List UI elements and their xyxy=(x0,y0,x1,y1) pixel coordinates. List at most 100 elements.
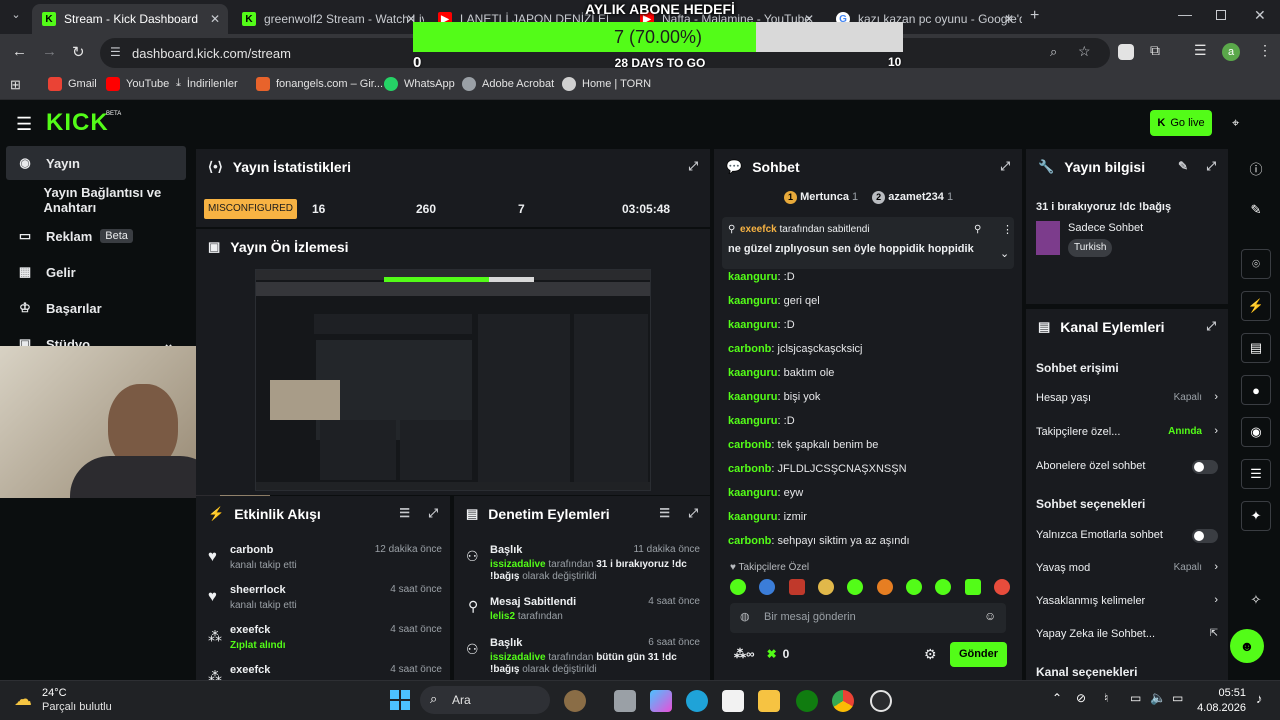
broadcast-icon[interactable]: ◉ xyxy=(1241,417,1271,447)
pinned-message[interactable]: ⚲ exeefck tarafından sabitlendi ⚲ ⋮ ne g… xyxy=(722,217,1014,269)
sparkle-icon[interactable]: ✧ xyxy=(1241,585,1271,615)
store-icon[interactable] xyxy=(722,690,744,712)
clock-date[interactable]: 4.08.2026 xyxy=(1192,702,1246,714)
edit-icon[interactable]: ✎ xyxy=(1178,159,1188,173)
close-tab-icon[interactable]: ✕ xyxy=(210,12,220,26)
setting-row[interactable]: Takipçilere özel... Anında › xyxy=(1036,425,1218,438)
filter-icon[interactable]: ☰ xyxy=(659,506,670,520)
emote[interactable] xyxy=(847,579,864,595)
pin-icon[interactable]: ⌖ xyxy=(1232,115,1239,131)
help-chat-button[interactable]: ☻ xyxy=(1230,629,1264,663)
activity-user[interactable]: exeefck xyxy=(230,664,270,676)
kick-logo[interactable]: KICK xyxy=(46,109,109,137)
minimize-icon[interactable]: — xyxy=(1178,6,1192,22)
bookmark-whatsapp[interactable]: WhatsApp xyxy=(384,77,455,91)
chevron-down-icon[interactable]: ⌄ xyxy=(1000,247,1009,260)
popout-icon[interactable]: ⤢ xyxy=(1206,319,1216,334)
media-control-icon[interactable]: ☰ xyxy=(1194,42,1207,59)
mod-user[interactable]: issizadalive xyxy=(490,559,546,570)
file-explorer-icon[interactable] xyxy=(758,690,780,712)
new-tab-icon[interactable]: + xyxy=(1030,7,1039,25)
activity-user[interactable]: carbonb xyxy=(230,544,273,556)
site-info-icon[interactable]: ☰ xyxy=(110,45,121,59)
go-live-button[interactable]: K Go live xyxy=(1150,110,1212,136)
tab-kick-dashboard[interactable]: K Stream - Kick Dashboard ✕ xyxy=(32,4,228,34)
edit-icon[interactable]: ✎ xyxy=(1241,195,1271,225)
bookmark-fonangels[interactable]: fonangels.com – Gir... xyxy=(256,77,383,91)
close-window-icon[interactable]: ✕ xyxy=(1254,7,1266,24)
taskbar-search[interactable]: ⌕ Ara xyxy=(420,686,550,714)
profile-avatar[interactable]: a xyxy=(1222,43,1240,61)
network-icon[interactable]: ▭ xyxy=(1130,691,1141,705)
wrench-icon[interactable]: ✦ xyxy=(1241,501,1271,531)
mod-user[interactable]: issizadalive xyxy=(490,652,546,663)
copilot-icon[interactable] xyxy=(650,690,672,712)
volume-icon[interactable]: 🔈 xyxy=(1150,690,1166,706)
battery-icon[interactable]: ▭ xyxy=(1172,691,1183,705)
clock-time[interactable]: 05:51 xyxy=(1206,687,1246,699)
tray-chevron-icon[interactable]: ⌃ xyxy=(1052,691,1062,705)
emote[interactable] xyxy=(935,579,952,595)
emote-only-toggle[interactable] xyxy=(1192,529,1218,543)
close-tab-icon[interactable]: ✕ xyxy=(1004,12,1014,26)
sidebar-item-yayin[interactable]: ◉ Yayın xyxy=(6,146,186,180)
emote[interactable] xyxy=(730,579,746,595)
extension-icon[interactable] xyxy=(1118,44,1134,60)
zoom-icon[interactable]: ⌕ xyxy=(1050,44,1057,60)
bookmark-youtube[interactable]: YouTube xyxy=(106,77,169,91)
menu-icon[interactable]: ☰ xyxy=(16,114,32,135)
forward-icon[interactable]: → xyxy=(42,43,57,60)
list-icon[interactable]: ☰ xyxy=(1241,459,1271,489)
emoji-icon[interactable]: ☺ xyxy=(984,609,996,623)
chrome-icon[interactable] xyxy=(832,690,854,712)
popout-icon[interactable]: ⤢ xyxy=(1206,159,1216,174)
reload-icon[interactable]: ↻ xyxy=(72,43,85,61)
more-options-icon[interactable]: ⋮ xyxy=(1002,223,1013,236)
sidebar-item-stream-key[interactable]: Yayın Bağlantısı ve Anahtarı xyxy=(6,183,186,217)
weather-icon[interactable]: ☁ xyxy=(14,689,32,710)
tab-greenwolf-stream[interactable]: K greenwolf2 Stream - Watch Live ✕ xyxy=(232,4,424,34)
emote[interactable] xyxy=(788,579,805,595)
chat-settings-icon[interactable]: ⚙ xyxy=(924,646,937,663)
chat-bubble-icon[interactable]: ● xyxy=(1241,375,1271,405)
top-supporter-2[interactable]: 2 azamet234 1 xyxy=(872,191,953,204)
stream-preview-video[interactable] xyxy=(255,269,651,491)
category-name[interactable]: Sadece Sohbet xyxy=(1068,222,1143,234)
notification-bell-icon[interactable]: ♪ xyxy=(1256,691,1263,706)
emote[interactable] xyxy=(817,579,834,595)
top-supporter-1[interactable]: 1 Mertunca 1 xyxy=(784,191,858,204)
popout-icon[interactable]: ⤢ xyxy=(428,506,438,521)
emote[interactable] xyxy=(759,579,776,595)
task-view-icon[interactable] xyxy=(614,690,636,712)
channel-points-icon[interactable]: ⁂∞ xyxy=(734,647,755,661)
sidebar-item-basarilar[interactable]: ♔ Başarılar xyxy=(6,291,186,325)
bookmark-gmail[interactable]: Gmail xyxy=(48,77,97,91)
setting-row[interactable]: Hesap yaşı Kapalı › xyxy=(1036,391,1218,404)
tab-search-icon[interactable]: ⌄ xyxy=(6,8,26,26)
obs-icon[interactable] xyxy=(870,690,892,712)
windows-start-icon[interactable] xyxy=(390,690,410,710)
sidebar-item-gelir[interactable]: ▦ Gelir xyxy=(6,255,186,289)
subscribers-only-toggle[interactable] xyxy=(1192,460,1218,474)
kick-points-icon[interactable]: ✖ xyxy=(767,647,777,661)
filter-icon[interactable]: ☰ xyxy=(399,506,410,520)
emote[interactable] xyxy=(964,579,981,595)
bookmark-downloads[interactable]: ⤓ İndirilenler xyxy=(176,77,238,90)
document-icon[interactable]: ▤ xyxy=(1241,333,1271,363)
send-button[interactable]: Gönder xyxy=(950,642,1007,667)
camera-off-icon[interactable]: ⊘ xyxy=(1076,691,1086,705)
popout-icon[interactable]: ⤢ xyxy=(1000,159,1010,174)
activity-user[interactable]: exeefck xyxy=(230,624,270,636)
popout-icon[interactable]: ⤢ xyxy=(688,506,698,521)
restore-icon[interactable] xyxy=(1216,10,1226,20)
microphone-icon[interactable]: ♮ xyxy=(1104,691,1108,705)
bookmark-star-icon[interactable]: ☆ xyxy=(1078,43,1091,60)
bookmark-adobe-acrobat[interactable]: Adobe Acrobat xyxy=(462,77,554,91)
bookmark-torn[interactable]: Home | TORN xyxy=(562,77,651,91)
mod-user[interactable]: lelis2 xyxy=(490,611,515,622)
bolt-icon[interactable]: ⚡ xyxy=(1241,291,1271,321)
setting-row[interactable]: Yasaklanmış kelimeler › xyxy=(1036,594,1218,607)
owl-app-icon[interactable] xyxy=(564,690,586,712)
edge-icon[interactable] xyxy=(686,690,708,712)
activity-user[interactable]: sheerrlock xyxy=(230,584,286,596)
